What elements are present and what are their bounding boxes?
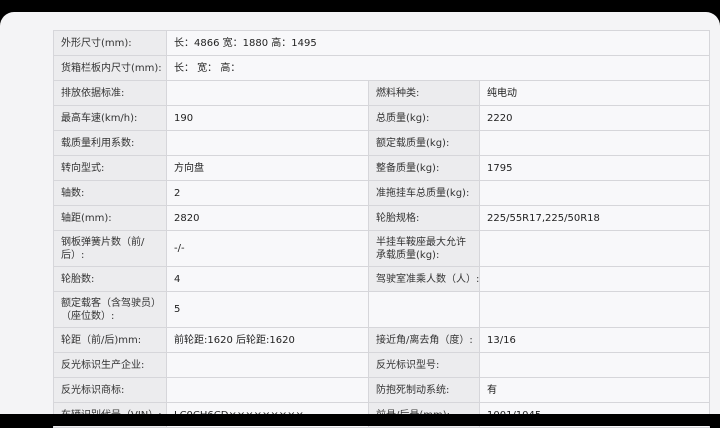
spec-label: 排放依据标准: bbox=[53, 80, 167, 106]
spec-value bbox=[478, 130, 711, 156]
spec-value: 方向盘 bbox=[166, 155, 369, 181]
spec-value bbox=[478, 266, 711, 292]
table-row: 额定载客（含驾驶员）（座位数）: 5 bbox=[53, 291, 711, 328]
table-row: 载质量利用系数: 额定载质量(kg): bbox=[53, 130, 711, 156]
table-row: 最高车速(km/h): 190 总质量(kg): 2220 bbox=[53, 105, 711, 131]
spec-value: 2 bbox=[166, 180, 369, 206]
spec-value bbox=[166, 130, 369, 156]
spec-value bbox=[166, 377, 369, 403]
table-row: 轮胎数: 4 驾驶室准乘人数（人）: bbox=[53, 266, 711, 292]
spec-label: 轮距（前/后)mm: bbox=[53, 327, 167, 353]
spec-value bbox=[478, 352, 711, 378]
spec-value bbox=[478, 230, 711, 267]
vehicle-spec-table: 外形尺寸(mm): 长：4866 宽：1880 高：1495 货箱栏板内尺寸(m… bbox=[53, 30, 711, 428]
spec-label: 轴数: bbox=[53, 180, 167, 206]
table-row: 转向型式: 方向盘 整备质量(kg): 1795 bbox=[53, 155, 711, 181]
spec-label: 防抱死制动系统: bbox=[368, 377, 480, 403]
spec-value: -/- bbox=[166, 230, 369, 267]
table-row: 轴距(mm): 2820 轮胎规格: 225/55R17,225/50R18 bbox=[53, 205, 711, 231]
spec-value: 2220 bbox=[478, 105, 711, 131]
document-sheet: 外形尺寸(mm): 长：4866 宽：1880 高：1495 货箱栏板内尺寸(m… bbox=[0, 12, 720, 428]
spec-value: 2820 bbox=[166, 205, 369, 231]
spec-value: 长：4866 宽：1880 高：1495 bbox=[165, 30, 711, 56]
table-row: 钢板弹簧片数（前/后）: -/- 半挂车鞍座最大允许承载质量(kg): bbox=[53, 230, 711, 267]
spec-value: 5 bbox=[166, 291, 369, 328]
spec-label: 转向型式: bbox=[53, 155, 167, 181]
spec-value: 190 bbox=[166, 105, 369, 131]
spec-value bbox=[166, 80, 369, 106]
spec-value bbox=[478, 180, 711, 206]
table-row: 轴数: 2 准拖挂车总质量(kg): bbox=[53, 180, 711, 206]
table-row: 轮距（前/后)mm: 前轮距:1620 后轮距:1620 接近角/离去角（度）:… bbox=[53, 327, 711, 353]
spec-value: 4 bbox=[166, 266, 369, 292]
spec-label: 轮胎数: bbox=[53, 266, 167, 292]
spec-label: 总质量(kg): bbox=[368, 105, 480, 131]
spec-value: 13/16 bbox=[478, 327, 711, 353]
spec-value bbox=[166, 352, 369, 378]
spec-value: 1795 bbox=[478, 155, 711, 181]
table-row: 货箱栏板内尺寸(mm): 长： 宽： 高： bbox=[53, 55, 711, 81]
spec-label: 接近角/离去角（度）: bbox=[368, 327, 480, 353]
spec-label: 外形尺寸(mm): bbox=[53, 30, 167, 56]
spec-label: 反光标识生产企业: bbox=[53, 352, 167, 378]
spec-value: 纯电动 bbox=[478, 80, 711, 106]
table-row: 外形尺寸(mm): 长：4866 宽：1880 高：1495 bbox=[53, 30, 711, 56]
table-row: 排放依据标准: 燃料种类: 纯电动 bbox=[53, 80, 711, 106]
spec-label: 额定载质量(kg): bbox=[368, 130, 480, 156]
spec-label bbox=[368, 291, 480, 328]
spec-label: 准拖挂车总质量(kg): bbox=[368, 180, 480, 206]
spec-value bbox=[478, 291, 711, 328]
spec-value: 有 bbox=[478, 377, 711, 403]
spec-label: 货箱栏板内尺寸(mm): bbox=[53, 55, 167, 81]
spec-value: 长： 宽： 高： bbox=[165, 55, 711, 81]
bottom-bar bbox=[0, 414, 720, 426]
table-row: 反光标识商标: 防抱死制动系统: 有 bbox=[53, 377, 711, 403]
spec-label: 反光标识型号: bbox=[368, 352, 480, 378]
spec-value: 225/55R17,225/50R18 bbox=[478, 205, 711, 231]
spec-label: 半挂车鞍座最大允许承载质量(kg): bbox=[368, 230, 480, 267]
spec-label: 轮胎规格: bbox=[368, 205, 480, 231]
spec-label: 反光标识商标: bbox=[53, 377, 167, 403]
spec-label: 最高车速(km/h): bbox=[53, 105, 167, 131]
spec-label: 整备质量(kg): bbox=[368, 155, 480, 181]
spec-label: 额定载客（含驾驶员）（座位数）: bbox=[53, 291, 167, 328]
spec-label: 燃料种类: bbox=[368, 80, 480, 106]
spec-label: 钢板弹簧片数（前/后）: bbox=[53, 230, 167, 267]
table-row: 反光标识生产企业: 反光标识型号: bbox=[53, 352, 711, 378]
spec-label: 载质量利用系数: bbox=[53, 130, 167, 156]
spec-label: 轴距(mm): bbox=[53, 205, 167, 231]
spec-value: 前轮距:1620 后轮距:1620 bbox=[166, 327, 369, 353]
spec-label: 驾驶室准乘人数（人）: bbox=[368, 266, 480, 292]
